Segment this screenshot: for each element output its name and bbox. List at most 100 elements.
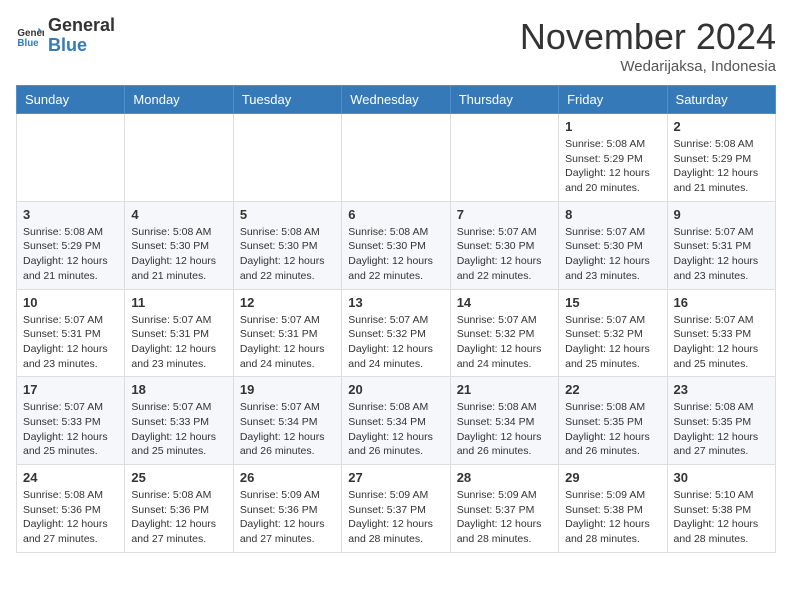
weekday-header-saturday: Saturday [667,86,775,114]
calendar-day-4: 4Sunrise: 5:08 AMSunset: 5:30 PMDaylight… [125,201,233,289]
day-info: Sunrise: 5:09 AMSunset: 5:37 PMDaylight:… [348,488,443,547]
calendar-day-21: 21 Sunrise: 5:08 AMSunset: 5:34 PMDayligh… [450,377,558,465]
day-number: 7 [457,207,552,222]
day-number: 24 [23,470,118,485]
day-info: Sunrise: 5:09 AMSunset: 5:37 PMDaylight:… [457,488,552,547]
day-info: Sunrise: 5:07 AMSunset: 5:32 PMDaylight:… [565,313,660,372]
calendar-header: SundayMondayTuesdayWednesdayThursdayFrid… [17,86,776,114]
calendar-day-27: 27 Sunrise: 5:09 AMSunset: 5:37 PMDayligh… [342,465,450,553]
empty-cell [233,114,341,202]
logo-icon: General Blue [16,22,44,50]
weekday-header-row: SundayMondayTuesdayWednesdayThursdayFrid… [17,86,776,114]
day-info: Sunrise: 5:08 AMSunset: 5:36 PMDaylight:… [131,488,226,547]
day-info: Sunrise: 5:07 AMSunset: 5:31 PMDaylight:… [23,313,118,372]
day-info: Sunrise: 5:07 AMSunset: 5:34 PMDaylight:… [240,400,335,459]
calendar-day-25: 25 Sunrise: 5:08 AMSunset: 5:36 PMDayligh… [125,465,233,553]
day-number: 21 [457,382,552,397]
day-number: 5 [240,207,335,222]
calendar-day-13: 13 Sunrise: 5:07 AMSunset: 5:32 PMDayligh… [342,289,450,377]
day-info: Sunrise: 5:08 AMSunset: 5:34 PMDaylight:… [457,400,552,459]
day-info: Sunrise: 5:08 AMSunset: 5:35 PMDaylight:… [565,400,660,459]
day-info: Sunrise: 5:07 AMSunset: 5:30 PMDaylight:… [457,225,552,284]
calendar-week-2: 3Sunrise: 5:08 AMSunset: 5:29 PMDaylight… [17,201,776,289]
logo: General Blue General Blue [16,16,115,56]
calendar-body: 1 Sunrise: 5:08 AMSunset: 5:29 PMDaylight… [17,114,776,553]
day-number: 26 [240,470,335,485]
calendar-day-8: 8 Sunrise: 5:07 AMSunset: 5:30 PMDaylight… [559,201,667,289]
empty-cell [17,114,125,202]
day-info: Sunrise: 5:07 AMSunset: 5:31 PMDaylight:… [131,313,226,372]
day-info: Sunrise: 5:07 AMSunset: 5:30 PMDaylight:… [565,225,660,284]
calendar-day-26: 26 Sunrise: 5:09 AMSunset: 5:36 PMDayligh… [233,465,341,553]
day-number: 2 [674,119,769,134]
day-info: Sunrise: 5:08 AMSunset: 5:34 PMDaylight:… [348,400,443,459]
day-number: 30 [674,470,769,485]
day-number: 27 [348,470,443,485]
day-number: 9 [674,207,769,222]
day-number: 1 [565,119,660,134]
weekday-header-thursday: Thursday [450,86,558,114]
calendar-day-6: 6 Sunrise: 5:08 AMSunset: 5:30 PMDaylight… [342,201,450,289]
day-number: 19 [240,382,335,397]
day-number: 16 [674,295,769,310]
day-info: Sunrise: 5:08 AMSunset: 5:29 PMDaylight:… [565,137,660,196]
calendar-week-5: 24 Sunrise: 5:08 AMSunset: 5:36 PMDayligh… [17,465,776,553]
calendar-day-10: 10 Sunrise: 5:07 AMSunset: 5:31 PMDayligh… [17,289,125,377]
logo-line1: General [48,16,115,36]
day-info: Sunrise: 5:08 AMSunset: 5:30 PMDaylight:… [131,225,226,284]
day-number: 13 [348,295,443,310]
svg-text:Blue: Blue [17,38,39,49]
day-info: Sunrise: 5:07 AMSunset: 5:32 PMDaylight:… [348,313,443,372]
calendar-day-16: 16Sunrise: 5:07 AMSunset: 5:33 PMDayligh… [667,289,775,377]
calendar-day-1: 1 Sunrise: 5:08 AMSunset: 5:29 PMDaylight… [559,114,667,202]
day-info: Sunrise: 5:08 AMSunset: 5:30 PMDaylight:… [348,225,443,284]
empty-cell [125,114,233,202]
day-number: 12 [240,295,335,310]
calendar-day-2: 2Sunrise: 5:08 AMSunset: 5:29 PMDaylight… [667,114,775,202]
calendar-day-24: 24Sunrise: 5:08 AMSunset: 5:36 PMDayligh… [17,465,125,553]
day-number: 15 [565,295,660,310]
calendar-day-7: 7 Sunrise: 5:07 AMSunset: 5:30 PMDaylight… [450,201,558,289]
day-number: 14 [457,295,552,310]
title-block: November 2024 Wedarijaksa, Indonesia [520,16,776,75]
day-info: Sunrise: 5:07 AMSunset: 5:31 PMDaylight:… [240,313,335,372]
calendar-day-18: 18Sunrise: 5:07 AMSunset: 5:33 PMDayligh… [125,377,233,465]
calendar-table: SundayMondayTuesdayWednesdayThursdayFrid… [16,85,776,553]
calendar-week-3: 10 Sunrise: 5:07 AMSunset: 5:31 PMDayligh… [17,289,776,377]
weekday-header-tuesday: Tuesday [233,86,341,114]
calendar-week-4: 17 Sunrise: 5:07 AMSunset: 5:33 PMDayligh… [17,377,776,465]
month-title: November 2024 [520,16,776,58]
day-info: Sunrise: 5:07 AMSunset: 5:33 PMDaylight:… [131,400,226,459]
weekday-header-wednesday: Wednesday [342,86,450,114]
day-number: 8 [565,207,660,222]
calendar-day-14: 14 Sunrise: 5:07 AMSunset: 5:32 PMDayligh… [450,289,558,377]
calendar-day-15: 15 Sunrise: 5:07 AMSunset: 5:32 PMDayligh… [559,289,667,377]
calendar-day-12: 12 Sunrise: 5:07 AMSunset: 5:31 PMDayligh… [233,289,341,377]
day-number: 17 [23,382,118,397]
day-info: Sunrise: 5:09 AMSunset: 5:38 PMDaylight:… [565,488,660,547]
day-number: 6 [348,207,443,222]
day-number: 22 [565,382,660,397]
location-label: Wedarijaksa, Indonesia [520,58,776,75]
calendar-day-29: 29Sunrise: 5:09 AMSunset: 5:38 PMDayligh… [559,465,667,553]
day-number: 28 [457,470,552,485]
day-info: Sunrise: 5:10 AMSunset: 5:38 PMDaylight:… [674,488,769,547]
weekday-header-sunday: Sunday [17,86,125,114]
day-info: Sunrise: 5:08 AMSunset: 5:35 PMDaylight:… [674,400,769,459]
day-info: Sunrise: 5:09 AMSunset: 5:36 PMDaylight:… [240,488,335,547]
calendar-day-19: 19 Sunrise: 5:07 AMSunset: 5:34 PMDayligh… [233,377,341,465]
day-number: 10 [23,295,118,310]
day-number: 3 [23,207,118,222]
day-info: Sunrise: 5:07 AMSunset: 5:32 PMDaylight:… [457,313,552,372]
calendar-day-11: 11 Sunrise: 5:07 AMSunset: 5:31 PMDayligh… [125,289,233,377]
page-header: General Blue General Blue November 2024 … [16,16,776,75]
calendar-day-17: 17Sunrise: 5:07 AMSunset: 5:33 PMDayligh… [17,377,125,465]
calendar-day-22: 22 Sunrise: 5:08 AMSunset: 5:35 PMDayligh… [559,377,667,465]
logo-line2: Blue [48,36,115,56]
day-number: 20 [348,382,443,397]
weekday-header-friday: Friday [559,86,667,114]
calendar-day-28: 28 Sunrise: 5:09 AMSunset: 5:37 PMDayligh… [450,465,558,553]
day-number: 11 [131,295,226,310]
day-number: 25 [131,470,226,485]
calendar-week-1: 1 Sunrise: 5:08 AMSunset: 5:29 PMDaylight… [17,114,776,202]
